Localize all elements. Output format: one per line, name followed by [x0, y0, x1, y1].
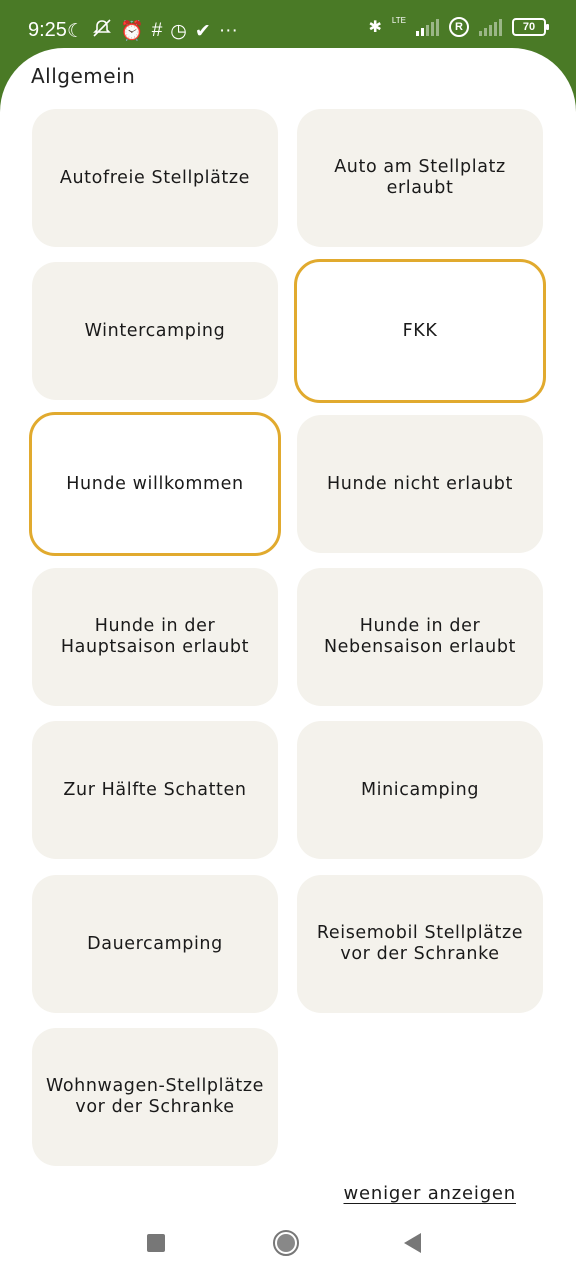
filter-tile-dauercamping[interactable]: Dauercamping [32, 875, 278, 1013]
filter-tile-wohnwagen-stellplaetze[interactable]: Wohnwagen-Stellplätze vor der Schranke [32, 1028, 278, 1166]
notifications-off-icon [92, 18, 112, 44]
status-icons-right: ✱ LTE R 70 [368, 16, 549, 37]
system-nav-bar [0, 1210, 576, 1280]
filter-tile-wintercamping[interactable]: Wintercamping [32, 262, 278, 400]
moon-icon: ☾ [67, 20, 85, 42]
filter-tile-fkk[interactable]: FKK [294, 259, 546, 403]
bluetooth-icon: ✱ [368, 19, 382, 36]
more-icon: ··· [218, 20, 238, 41]
filter-tile-hunde-nebensaison[interactable]: Hunde in der Nebensaison erlaubt [297, 568, 543, 706]
signal-icon-2 [479, 18, 502, 36]
filter-tile-auto-am-stellplatz[interactable]: Auto am Stellplatz erlaubt [297, 109, 543, 247]
clock-icon: ◷ [170, 20, 187, 42]
filter-tile-hunde-hauptsaison[interactable]: Hunde in der Hauptsaison erlaubt [32, 568, 278, 706]
filter-tile-zur-haelfte-schatten[interactable]: Zur Hälfte Schatten [32, 721, 278, 859]
status-time: 9:25 [28, 19, 67, 41]
status-icons-left: ☾ ⏰ # ◷ ✔ ··· [67, 18, 238, 44]
filter-tile-hunde-nicht-erlaubt[interactable]: Hunde nicht erlaubt [297, 415, 543, 553]
check-icon: ✔ [194, 20, 211, 42]
home-icon[interactable] [273, 1230, 299, 1256]
show-less-link[interactable]: weniger anzeigen [344, 1183, 517, 1204]
network-type: LTE [391, 16, 406, 25]
filter-tile-hunde-willkommen[interactable]: Hunde willkommen [29, 412, 281, 556]
section-title: Allgemein [31, 64, 136, 88]
battery-icon: 70 [512, 18, 549, 36]
alarm-icon: ⏰ [120, 21, 144, 42]
filter-tile-reisemobil-stellplaetze[interactable]: Reisemobil Stellplätze vor der Schranke [297, 875, 543, 1013]
back-icon[interactable] [404, 1233, 421, 1253]
signal-icon [416, 18, 439, 36]
filter-tile-minicamping[interactable]: Minicamping [297, 721, 543, 859]
slack-icon: # [151, 20, 163, 41]
roaming-icon: R [449, 17, 469, 37]
recents-icon[interactable] [147, 1234, 165, 1252]
filter-tile-autofreie-stellplaetze[interactable]: Autofreie Stellplätze [32, 109, 278, 247]
